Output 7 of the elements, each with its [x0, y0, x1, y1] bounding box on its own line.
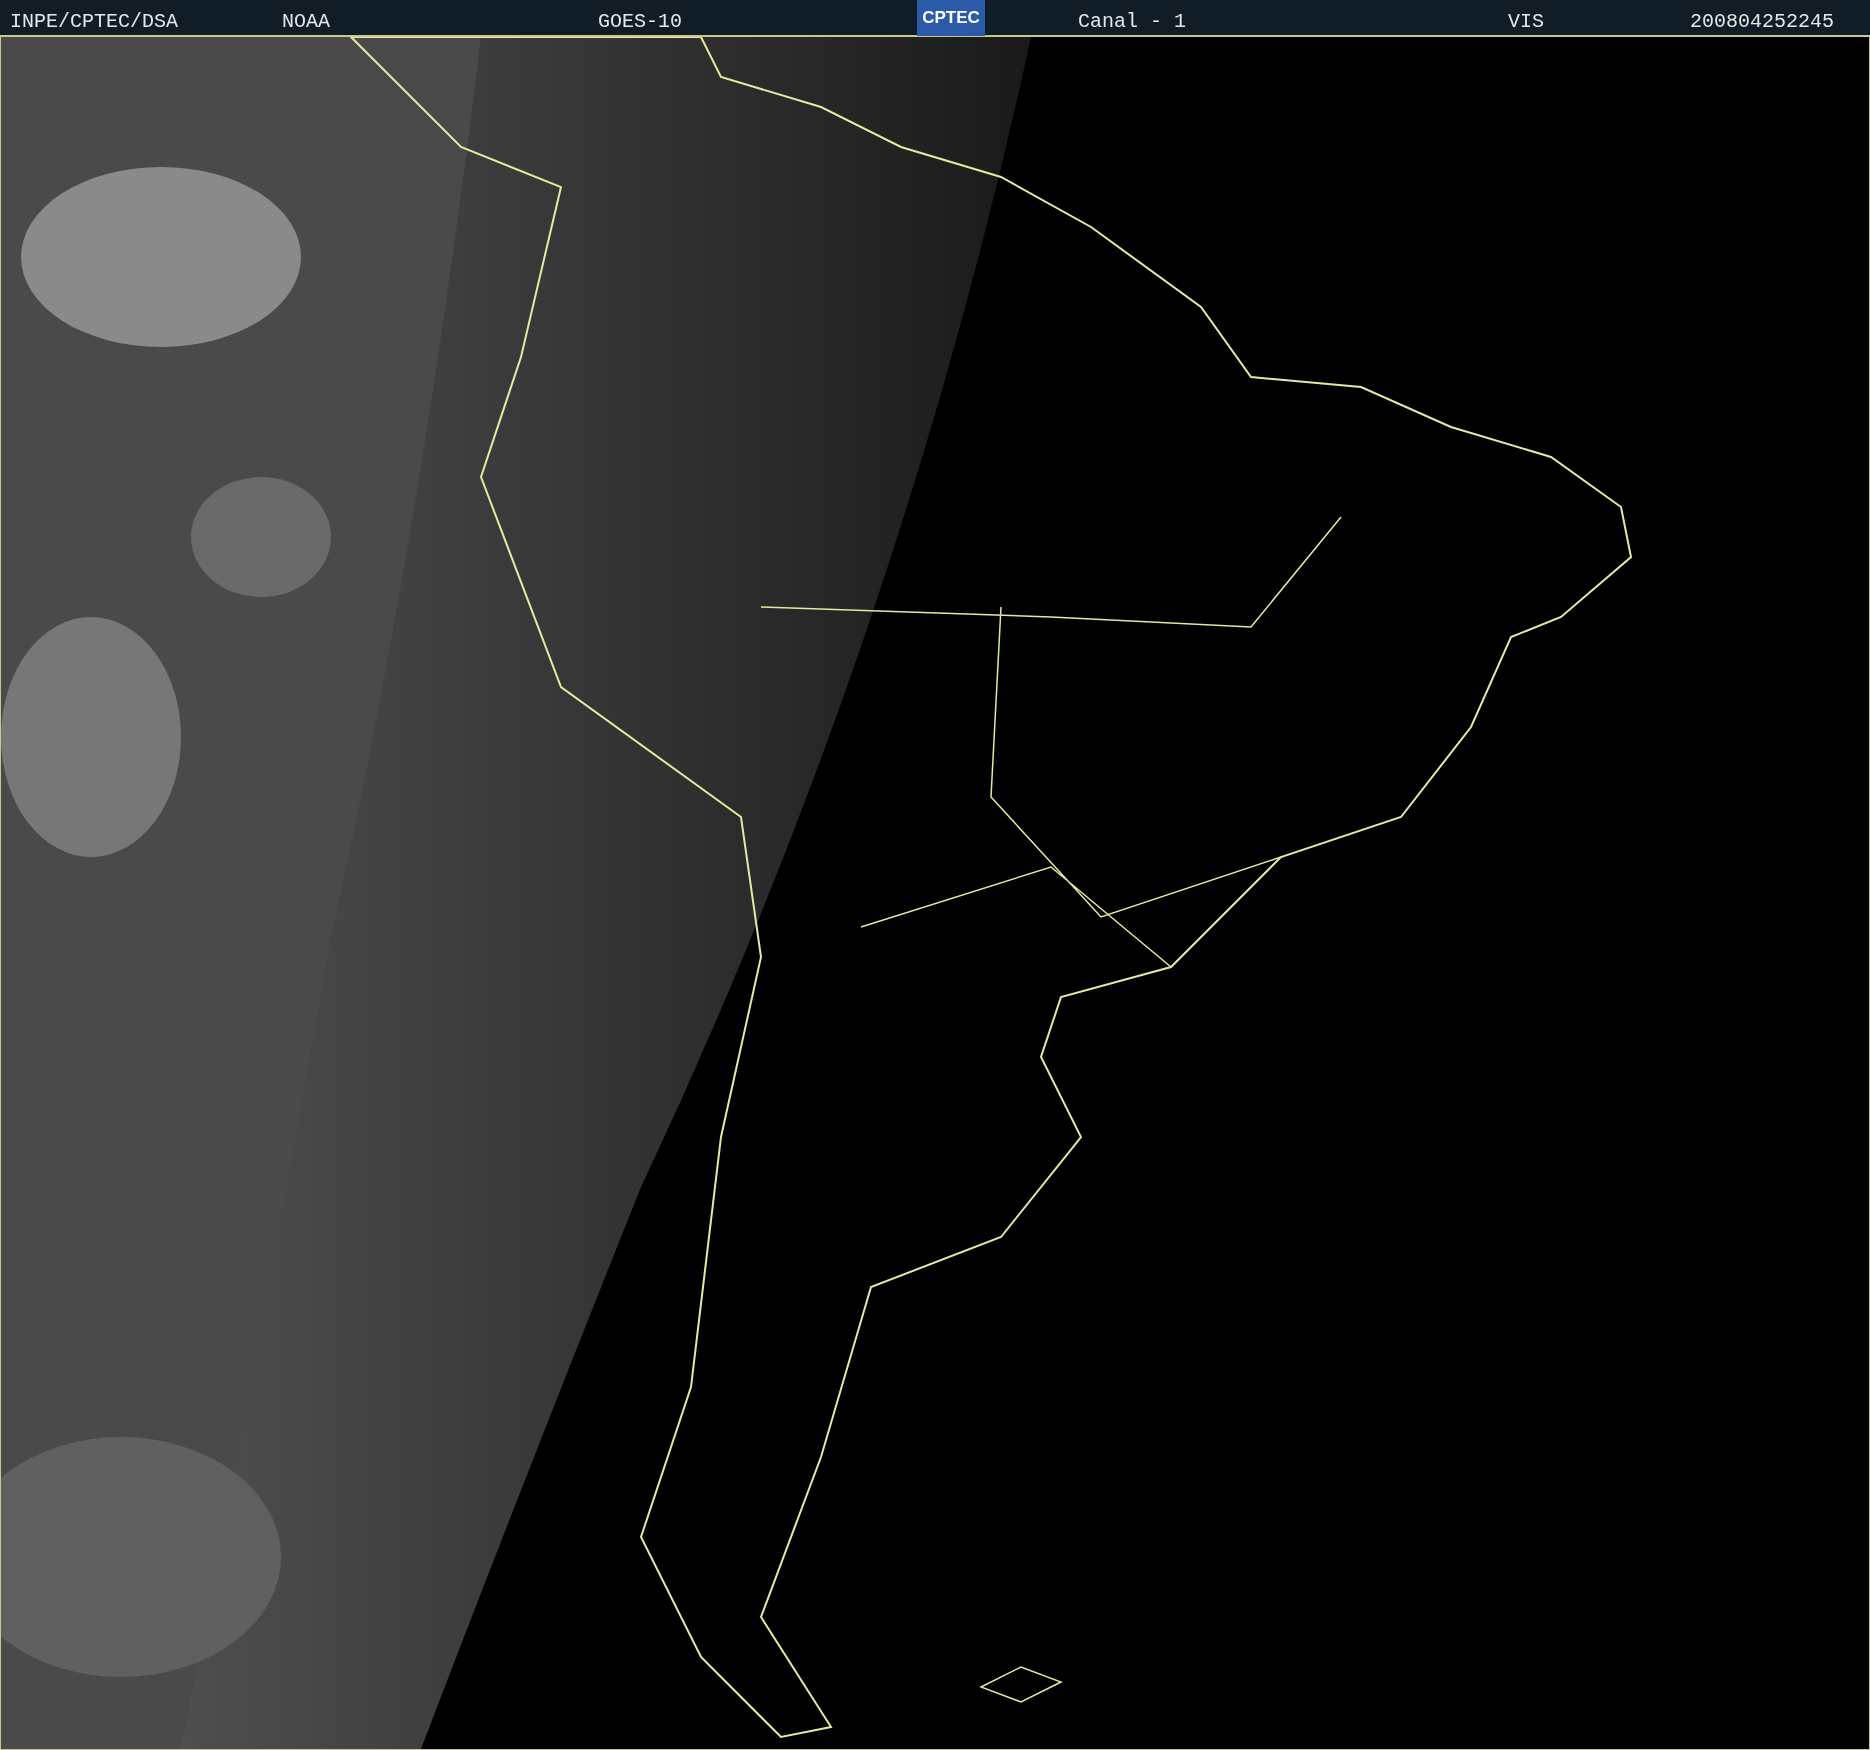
timestamp-label: 200804252245 — [1690, 9, 1835, 35]
agency-label: INPE/CPTEC/DSA — [10, 9, 179, 35]
channel-label: Canal - 1 — [1078, 9, 1187, 35]
satellite-label: GOES-10 — [598, 9, 682, 35]
logo: CPTEC — [917, 0, 985, 36]
band-label: VIS — [1508, 9, 1544, 35]
satellite-operator-label: NOAA — [282, 9, 330, 35]
